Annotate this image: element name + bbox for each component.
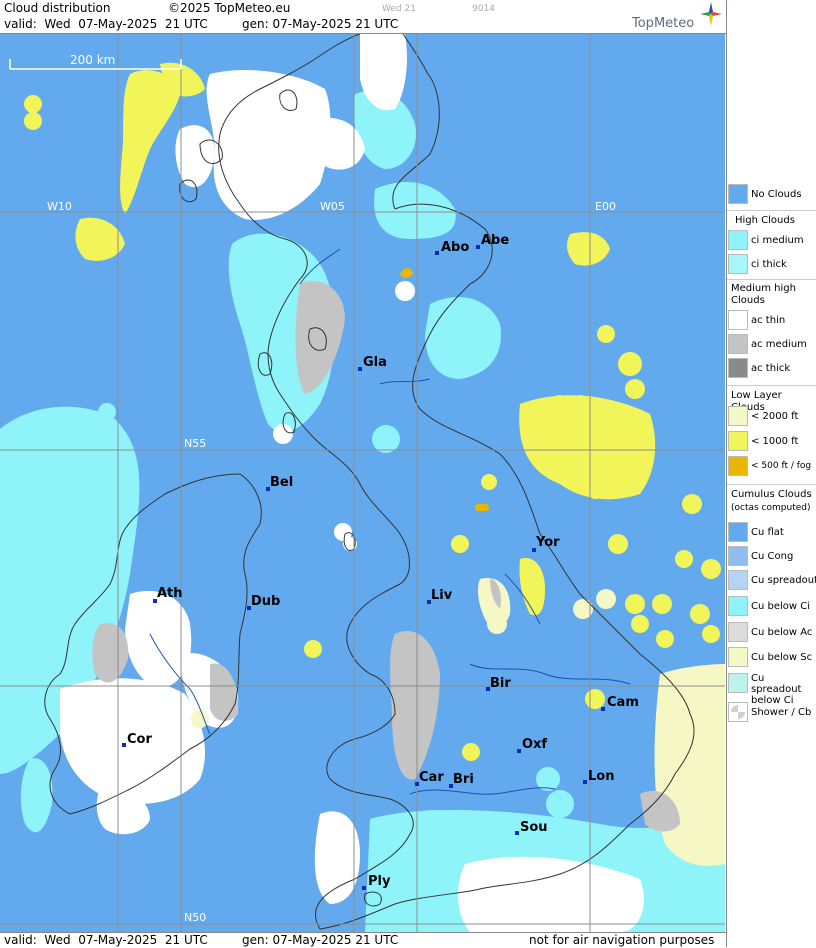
swatch-ac-thick: [728, 358, 748, 378]
grid-label-e00: E00: [595, 200, 616, 213]
svg-text:Cam: Cam: [607, 695, 639, 710]
swatch-cu-spreadout: [728, 570, 748, 590]
city-yor: Yor: [532, 535, 560, 552]
swatch-ci-medium: [728, 230, 748, 250]
svg-text:Ply: Ply: [368, 874, 391, 889]
swatch-ac-thin: [728, 310, 748, 330]
svg-text:Dub: Dub: [251, 594, 280, 609]
svg-text:Yor: Yor: [535, 535, 560, 550]
grid-label-n50: N50: [184, 911, 206, 924]
legend-cu-cong: Cu Cong: [727, 546, 816, 568]
legend-lt500: < 500 ft / fog: [727, 456, 816, 478]
city-gla: Gla: [358, 355, 387, 371]
copyright: ©2025 TopMeteo.eu: [168, 1, 291, 15]
swatch-cu-cong: [728, 546, 748, 566]
city-liv: Liv: [427, 588, 453, 604]
legend-high-title: High Clouds: [735, 215, 795, 226]
swatch-ci-thick: [728, 254, 748, 274]
swatch-cu-spreadout-below-ci: [728, 673, 748, 693]
swatch-shower: [728, 702, 748, 722]
svg-text:Cor: Cor: [127, 732, 152, 747]
legend-panel: No Clouds High Clouds ci medium ci thick…: [726, 0, 816, 947]
legend-lt1000: < 1000 ft: [727, 431, 816, 453]
legend-cu-below-ci: Cu below Ci: [727, 596, 816, 618]
swatch-no-clouds: [728, 184, 748, 204]
svg-text:Gla: Gla: [363, 355, 387, 370]
city-abe: Abe: [476, 233, 509, 249]
swatch-lt1000: [728, 431, 748, 451]
svg-text:Sou: Sou: [520, 820, 548, 835]
legend-lt2000: < 2000 ft: [727, 406, 816, 428]
city-car: Car: [415, 770, 444, 786]
legend-cu-spreadout: Cu spreadout: [727, 570, 816, 592]
swatch-cu-below-ac: [728, 622, 748, 642]
cloud-map[interactable]: W10 W05 E00 N55 N50 200 km Abo Abe Gla B…: [0, 34, 725, 932]
valid-time: valid: Wed 07-May-2025 21 UTC: [4, 17, 208, 31]
map-header: Cloud distribution ©2025 TopMeteo.eu Wed…: [0, 0, 726, 34]
legend-ci-thick: ci thick: [727, 254, 816, 276]
legend-no-clouds: No Clouds: [727, 184, 816, 206]
svg-text:Bel: Bel: [270, 475, 293, 490]
legend-ac-thin: ac thin: [727, 310, 816, 332]
grid-label-w05: W05: [320, 200, 345, 213]
svg-text:Lon: Lon: [588, 769, 614, 784]
legend-medium-title: Medium high Clouds: [731, 283, 796, 306]
legend-ac-thick: ac thick: [727, 358, 816, 380]
city-bel: Bel: [266, 475, 293, 491]
footer-disclaimer: not for air navigation purposes: [529, 933, 715, 947]
svg-text:Oxf: Oxf: [522, 737, 547, 752]
city-lon: Lon: [583, 769, 614, 784]
map-canvas: W10 W05 E00 N55 N50 200 km Abo Abe Gla B…: [0, 34, 725, 932]
legend-ac-medium: ac medium: [727, 334, 816, 356]
legend-cumulus-title: Cumulus Clouds: [731, 489, 812, 500]
legend-cu-below-ac: Cu below Ac: [727, 622, 816, 644]
legend-ci-medium: ci medium: [727, 230, 816, 252]
swatch-cu-below-ci: [728, 596, 748, 616]
svg-text:Ath: Ath: [157, 586, 183, 601]
swatch-lt500: [728, 456, 748, 476]
map-title: Cloud distribution: [4, 1, 111, 15]
legend-cu-spreadout-below-ci: Cu spreadout below Ci: [727, 673, 816, 706]
grid-label-n55: N55: [184, 437, 206, 450]
shower-icon: [731, 705, 745, 719]
scale-label: 200 km: [70, 53, 115, 67]
footer-valid-time: valid: Wed 07-May-2025 21 UTC: [4, 933, 208, 947]
city-abo: Abo: [435, 240, 469, 255]
footer-generated-time: gen: 07-May-2025 21 UTC: [242, 933, 399, 947]
legend-cu-flat: Cu flat: [727, 522, 816, 544]
svg-text:Car: Car: [419, 770, 444, 785]
city-oxf: Oxf: [517, 737, 547, 753]
compass-logo-icon: [700, 2, 722, 26]
city-ath: Ath: [153, 586, 183, 603]
legend-cumulus-sub: (octas computed): [731, 503, 811, 513]
swatch-cu-below-sc: [728, 647, 748, 667]
svg-text:Abe: Abe: [481, 233, 509, 248]
svg-text:Bri: Bri: [453, 772, 474, 787]
grid-label-w10: W10: [47, 200, 72, 213]
city-bir: Bir: [486, 676, 511, 691]
swatch-cu-flat: [728, 522, 748, 542]
city-cam: Cam: [601, 695, 639, 711]
swatch-lt2000: [728, 406, 748, 426]
svg-text:Abo: Abo: [441, 240, 469, 255]
svg-text:Bir: Bir: [490, 676, 511, 691]
svg-text:Liv: Liv: [431, 588, 453, 603]
city-cor: Cor: [122, 732, 152, 747]
city-bri: Bri: [449, 772, 474, 788]
legend-shower: Shower / Cb: [727, 702, 816, 724]
topmeteo-logo-text: TopMeteo: [632, 16, 695, 31]
map-footer: valid: Wed 07-May-2025 21 UTC gen: 07-Ma…: [0, 932, 726, 948]
day-code: Wed 21: [382, 4, 416, 14]
swatch-ac-medium: [728, 334, 748, 354]
legend-cu-below-sc: Cu below Sc: [727, 647, 816, 669]
city-dub: Dub: [247, 594, 280, 610]
generated-time: gen: 07-May-2025 21 UTC: [242, 17, 399, 31]
city-sou: Sou: [515, 820, 548, 835]
run-code: 9014: [472, 4, 495, 14]
